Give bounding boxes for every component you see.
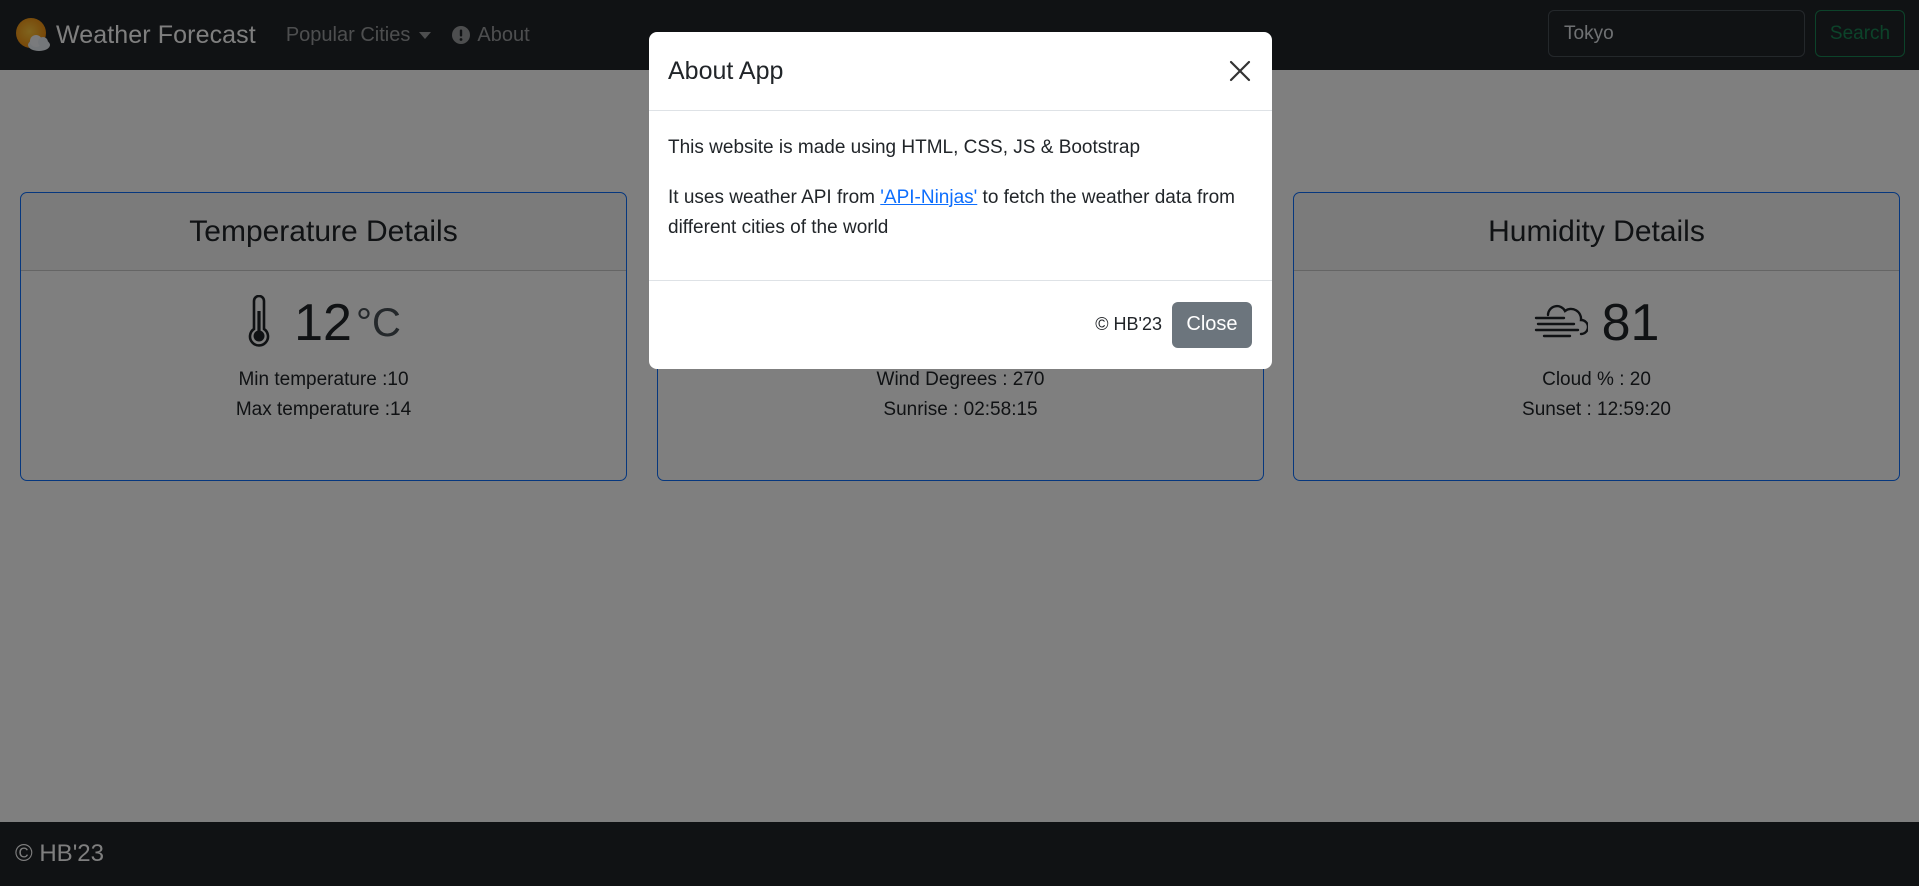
modal-body-line1: This website is made using HTML, CSS, JS… — [668, 137, 1141, 158]
api-text-prefix: It uses weather API from — [668, 187, 881, 208]
modal-body-line2: It uses weather API from 'API-Ninjas' to… — [668, 183, 1253, 243]
close-button[interactable]: Close — [1172, 301, 1252, 348]
modal-title: About App — [668, 56, 784, 85]
close-icon[interactable] — [1227, 58, 1253, 84]
api-ninjas-link[interactable]: 'API-Ninjas' — [880, 187, 977, 208]
modal-copyright: © HB'23 — [1095, 314, 1162, 334]
about-modal: About App This website is made using HTM… — [649, 32, 1272, 369]
modal-body: This website is made using HTML, CSS, JS… — [649, 111, 1272, 281]
modal-footer: © HB'23 Close — [649, 281, 1272, 368]
modal-header: About App — [649, 32, 1272, 111]
